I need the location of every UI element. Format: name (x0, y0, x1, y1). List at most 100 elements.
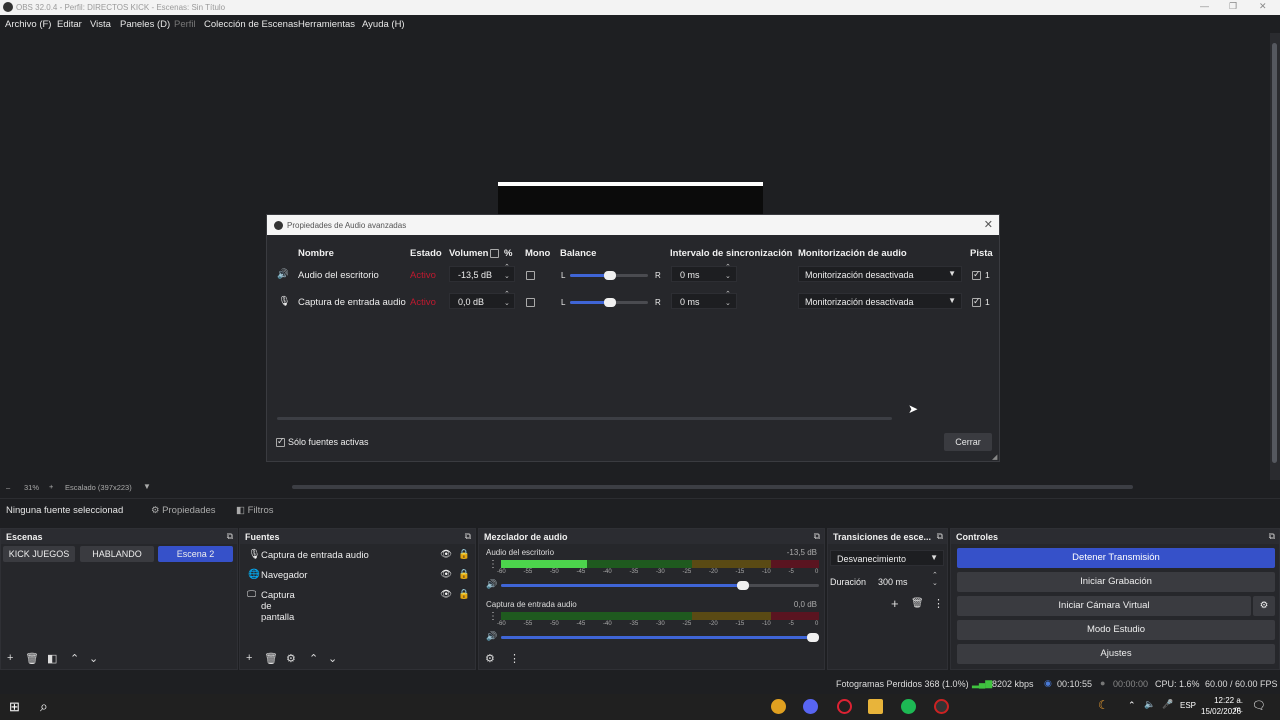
tray-chevron-icon[interactable]: ⌃ (1128, 700, 1136, 711)
add-transition-icon[interactable]: + (891, 596, 899, 611)
slider-handle[interactable] (604, 298, 616, 307)
move-up-icon[interactable]: ⌃ (70, 652, 79, 665)
mono-checkbox[interactable] (526, 271, 535, 280)
microphone-tray-icon[interactable]: 🎤 (1162, 699, 1173, 710)
scene-filters-icon[interactable]: ◧ (47, 652, 57, 665)
meter-tick-label: -20 (709, 621, 718, 627)
percent-checkbox[interactable] (490, 249, 499, 258)
dock-float-icon[interactable]: ⧉ (814, 531, 820, 542)
monitoring-select[interactable]: Monitorización desactivada ▼ (798, 293, 962, 309)
volume-slider-handle[interactable] (807, 633, 819, 642)
sync-stepper-icon[interactable]: ⌃ ⌄ (725, 290, 731, 308)
notification-icon[interactable]: 🗨 (1252, 699, 1266, 712)
lock-icon[interactable]: 🔒 (458, 569, 470, 580)
visibility-eye-icon[interactable]: 👁 (440, 549, 452, 560)
menu-tools[interactable]: Herramientas (298, 19, 355, 30)
close-icon[interactable]: ✕ (984, 218, 993, 231)
maximize-icon[interactable]: ❐ (1229, 1, 1237, 12)
add-scene-icon[interactable]: + (7, 652, 13, 664)
balance-slider[interactable] (570, 298, 648, 307)
start-recording-button[interactable]: Iniciar Grabación (957, 572, 1275, 592)
close-icon[interactable]: ✕ (1259, 1, 1267, 12)
menu-profile[interactable]: Perfil (174, 19, 196, 30)
spotify-icon[interactable] (901, 699, 916, 714)
delete-scene-icon[interactable]: 🗑 (25, 652, 39, 665)
menu-file[interactable]: Archivo (F) (5, 19, 51, 30)
chrome-icon[interactable] (771, 699, 786, 714)
dock-float-icon[interactable]: ⧉ (937, 531, 943, 542)
discord-icon[interactable] (803, 699, 818, 714)
monitoring-select[interactable]: Monitorización desactivada ▼ (798, 266, 962, 282)
delete-source-icon[interactable]: 🗑 (264, 652, 278, 665)
delete-transition-icon[interactable]: 🗑 (911, 598, 924, 609)
windows-start-icon[interactable]: ⊞ (9, 699, 20, 715)
scene-kick-juegos[interactable]: KICK JUEGOS (3, 546, 75, 562)
active-only-checkbox[interactable] (276, 436, 285, 447)
track-1-checkbox[interactable] (972, 269, 981, 280)
night-light-icon[interactable]: ☾ (1098, 698, 1109, 712)
dock-float-icon[interactable]: ⧉ (465, 531, 471, 542)
mono-checkbox[interactable] (526, 298, 535, 307)
clock-date[interactable]: 15/02/2026 (1201, 707, 1241, 716)
menu-edit[interactable]: Editar (57, 19, 82, 30)
dock-float-icon[interactable]: ⧉ (1269, 531, 1275, 542)
close-button[interactable]: Cerrar (944, 433, 992, 451)
opera-icon[interactable] (837, 699, 852, 714)
col-volume: Volumen (449, 248, 489, 259)
menu-scene-collection[interactable]: Colección de Escenas (204, 19, 298, 30)
volume-tray-icon[interactable]: 🔈 (1144, 699, 1155, 710)
visibility-eye-icon[interactable]: 👁 (440, 569, 452, 580)
menu-help[interactable]: Ayuda (H) (362, 19, 405, 30)
menu-docks[interactable]: Paneles (D) (120, 19, 170, 30)
volume-stepper-icon[interactable]: ⌃ ⌄ (504, 263, 510, 281)
resize-grip-icon[interactable]: ◢ (992, 453, 997, 461)
start-virtual-camera-button[interactable]: Iniciar Cámara Virtual (957, 596, 1251, 616)
preview-horizontal-scrollbar[interactable] (292, 485, 1133, 489)
zoom-out-icon[interactable]: – (6, 483, 10, 492)
menu-view[interactable]: Vista (90, 19, 111, 30)
lock-icon[interactable]: 🔒 (458, 549, 470, 560)
stop-streaming-button[interactable]: Detener Transmisión (957, 548, 1275, 568)
visibility-eye-icon[interactable]: 👁 (440, 589, 452, 600)
add-source-icon[interactable]: + (246, 652, 252, 664)
move-up-icon[interactable]: ⌃ (309, 652, 318, 665)
language-indicator[interactable]: ESP (1180, 701, 1196, 710)
folder-icon[interactable] (868, 699, 883, 714)
meter-zone (691, 612, 772, 620)
search-icon[interactable]: ⌕ (40, 698, 48, 715)
transition-select[interactable]: Desvanecimiento ▼ (830, 550, 944, 566)
volume-slider-handle[interactable] (737, 581, 750, 590)
scale-dropdown-icon[interactable]: ▼ (143, 482, 151, 491)
mixer-settings-icon[interactable]: ⚙ (485, 652, 495, 665)
properties-button[interactable]: ⚙ Propiedades (151, 505, 216, 516)
record-time: 00:00:00 (1113, 679, 1149, 689)
speaker-icon: 🔊 (277, 269, 289, 280)
lock-icon[interactable]: 🔒 (458, 589, 470, 600)
dialog-horizontal-scrollbar[interactable] (277, 417, 892, 420)
virtual-camera-settings-button[interactable]: ⚙ (1253, 596, 1275, 616)
zoom-in-icon[interactable]: + (49, 482, 53, 491)
scene-hablando[interactable]: HABLANDO (80, 546, 154, 562)
track-1-checkbox[interactable] (972, 296, 981, 307)
move-down-icon[interactable]: ⌄ (328, 652, 337, 665)
volume-speaker-icon[interactable]: 🔊 (486, 631, 497, 642)
move-down-icon[interactable]: ⌄ (89, 652, 98, 665)
scene-escena-2[interactable]: Escena 2 (158, 546, 233, 562)
studio-mode-button[interactable]: Modo Estudio (957, 620, 1275, 640)
dropped-frames: Fotogramas Perdidos 368 (1.0%) (836, 679, 969, 689)
dock-float-icon[interactable]: ⧉ (227, 531, 233, 542)
duration-stepper-icon[interactable]: ⌃ ⌄ (932, 572, 938, 588)
slider-handle[interactable] (604, 271, 616, 280)
balance-slider[interactable] (570, 271, 648, 280)
volume-speaker-icon[interactable]: 🔊 (486, 579, 497, 590)
minimize-icon[interactable]: — (1200, 1, 1209, 11)
preview-vertical-scrollbar[interactable] (1270, 33, 1280, 480)
settings-button[interactable]: Ajustes (957, 644, 1275, 664)
mixer-menu-icon[interactable]: ⋮ (509, 652, 520, 665)
transition-menu-icon[interactable]: ⋮ (933, 597, 944, 610)
sync-stepper-icon[interactable]: ⌃ ⌄ (725, 263, 731, 281)
source-properties-icon[interactable]: ⚙ (286, 652, 296, 665)
filters-button[interactable]: ◧ Filtros (236, 505, 274, 516)
volume-stepper-icon[interactable]: ⌃ ⌄ (504, 290, 510, 308)
obs-taskbar-icon[interactable] (934, 699, 949, 714)
